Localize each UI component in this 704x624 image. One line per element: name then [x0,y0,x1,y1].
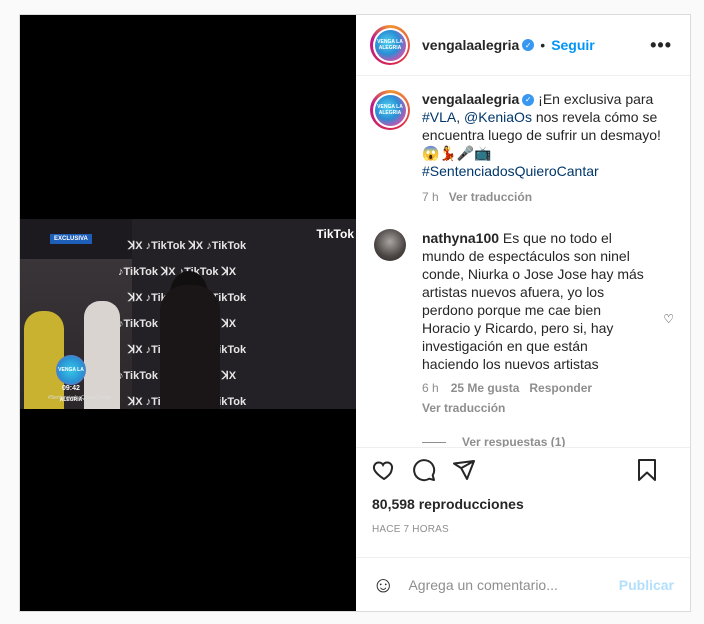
comments-panel[interactable]: VENGA LA ALEGRIA vengalaalegria ✓ ¡En exc… [356,76,690,448]
reply-button[interactable]: Responder [529,381,592,395]
bookmark-icon[interactable] [636,458,658,482]
comment-body: nathyna100 Es que no todo el mundo de es… [422,229,644,373]
replies-line [422,441,446,443]
hashtag-link[interactable]: #VLA [422,109,456,125]
exclusiva-badge: EXCLUSIVA [50,234,92,244]
post-header: VENGA LA ALEGRIA vengalaalegria ✓ • Segu… [356,15,690,76]
avatar-border: VENGA LA ALEGRIA [372,92,408,128]
caption-avatar[interactable]: VENGA LA ALEGRIA [370,90,410,130]
video-clock: 09:42 [62,385,80,392]
comment-bubble-icon[interactable] [412,458,436,482]
person-white-outfit [84,301,120,409]
vla-logo: VENGA LA ALEGRIA [56,355,86,403]
avatar-border: VENGA LA ALEGRIA [372,27,408,63]
publish-button[interactable]: Publicar [619,577,674,593]
caption-text: , [456,109,465,125]
view-count[interactable]: 80,598 reproducciones [356,496,690,512]
comment-like-heart-icon[interactable]: ♡ [663,312,674,326]
action-bar [356,448,690,492]
mention-link[interactable]: @KeniaOs [464,109,532,125]
video-frame[interactable]: ꓘX ♪TikTok ꓘX ♪TikTok ♪TikTok ꓘX ♪TikTok… [20,219,356,409]
person-dark-outfit [160,285,220,409]
caption-text: ¡En exclusiva para [534,91,654,107]
post-sidebar: VENGA LA ALEGRIA vengalaalegria ✓ • Segu… [356,15,690,611]
tiktok-corner-logo: TikTok [316,227,354,241]
comment-translate-link[interactable]: Ver traducción [422,401,674,415]
comment-username[interactable]: nathyna100 [422,230,499,246]
post-dialog: ꓘX ♪TikTok ꓘX ♪TikTok ♪TikTok ꓘX ♪TikTok… [19,14,691,612]
comment-meta: 6 h 25 Me gusta Responder [422,381,674,395]
comment-avatar[interactable] [374,229,406,261]
dot-separator: • [540,37,546,53]
comment-time: 6 h [422,381,439,395]
emoji-icon[interactable]: ☺ [372,572,394,598]
avatar-image: VENGA LA ALEGRIA [374,29,406,61]
avatar-image: VENGA LA ALEGRIA [374,94,406,126]
header-username[interactable]: vengalaalegria [422,37,519,53]
verified-icon: ✓ [522,39,535,51]
view-replies-button[interactable]: Ver respuestas (1) [422,435,674,448]
view-replies-label: Ver respuestas (1) [462,435,566,448]
follow-button[interactable]: Seguir [551,37,595,53]
caption-meta: 7 h Ver traducción [422,188,674,206]
verified-icon: ✓ [522,94,535,107]
comment-text: Es que no todo el mundo de espectáculos … [422,230,644,372]
caption: VENGA LA ALEGRIA vengalaalegria ✓ ¡En exc… [370,90,674,206]
caption-username[interactable]: vengalaalegria [422,91,519,107]
backdrop-row: ꓘX ♪TikTok ꓘX ♪TikTok [128,240,247,252]
video-hashtag: #SentenciadosQuieroCantar [48,395,112,401]
post-age: HACE 7 HORAS [372,524,449,535]
hashtag-link[interactable]: #SentenciadosQuieroCantar [422,163,599,179]
comment-likes[interactable]: 25 Me gusta [451,381,520,395]
avatar[interactable]: VENGA LA ALEGRIA [370,25,410,65]
comment-input[interactable] [408,576,619,593]
add-comment-bar: ☺ Publicar [356,557,690,611]
comment-item: nathyna100 Es que no todo el mundo de es… [370,229,674,373]
video-player[interactable]: ꓘX ♪TikTok ꓘX ♪TikTok ♪TikTok ꓘX ♪TikTok… [20,15,356,611]
like-heart-icon[interactable] [372,458,396,482]
more-options-icon[interactable]: ••• [650,35,672,56]
share-send-icon[interactable] [452,458,476,482]
caption-time: 7 h [422,190,439,204]
translate-link[interactable]: Ver traducción [449,190,532,204]
caption-body: vengalaalegria ✓ ¡En exclusiva para #VLA,… [422,90,674,206]
